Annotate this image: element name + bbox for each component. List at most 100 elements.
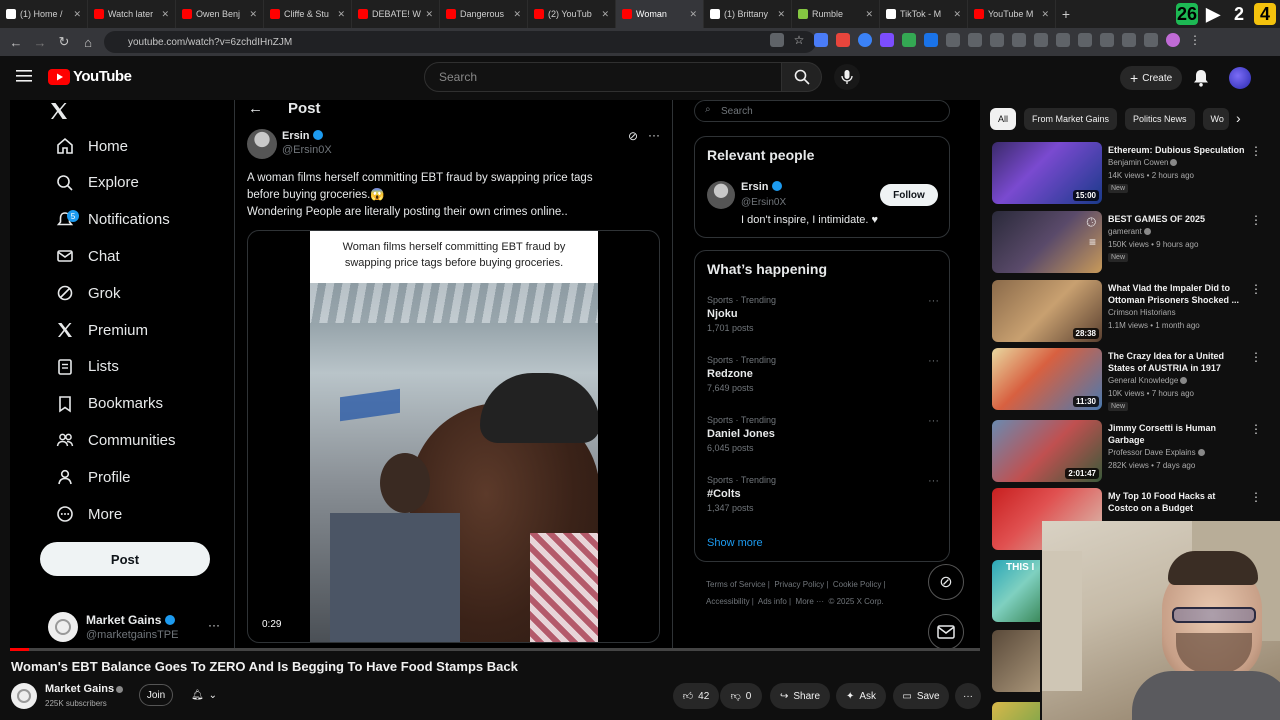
reload-icon[interactable]: ↻ [52,30,76,54]
search-button[interactable] [782,62,822,92]
add-to-queue-icon[interactable]: ≡ [1089,235,1096,249]
trend-item[interactable]: Sports · Trending Redzone 7,649 posts ··· [707,355,939,393]
puzzle-icon[interactable] [990,33,1004,47]
extension-icon[interactable] [1056,33,1070,47]
extension-icon[interactable] [1100,33,1114,47]
search-input[interactable]: Search [424,62,782,92]
grok-icon[interactable]: ⊘ [628,129,638,143]
browser-tab[interactable]: Dangerous ✕ [440,0,528,28]
browser-tab[interactable]: (1) Brittany ✕ [704,0,792,28]
extension-icon[interactable] [814,33,828,47]
profile-avatar[interactable] [1166,33,1180,47]
recommendation-thumbnail[interactable]: 28:38 [992,280,1102,342]
account-avatar[interactable] [1229,67,1251,89]
extension-icon[interactable] [836,33,850,47]
trend-item[interactable]: Sports · Trending #Colts 1,347 posts ··· [707,475,939,513]
recommendation-more-icon[interactable]: ⋮ [1250,350,1262,364]
recommendation-thumbnail[interactable]: 11:30 [992,348,1102,410]
recommendation-channel[interactable]: Professor Dave Explains [1108,448,1205,457]
chip-all[interactable]: All [990,108,1017,130]
x-nav-grok[interactable]: Grok [56,284,121,302]
account-more-icon[interactable]: ··· [208,618,220,632]
trend-more-icon[interactable]: ··· [928,475,939,487]
notifications-bell-icon[interactable] [1193,69,1209,92]
trend-more-icon[interactable]: ··· [928,355,939,367]
browser-tab[interactable]: (1) Home / ✕ [0,0,88,28]
recommendation-thumbnail[interactable]: 15:00 [992,142,1102,204]
extension-icon[interactable] [858,33,872,47]
recommendation-item[interactable]: 🕓︎ ≡ BEST GAMES OF 2025 gamerant 150K views … [992,211,1276,275]
more-actions-button[interactable]: ··· [955,683,981,709]
x-nav-lists[interactable]: Lists [56,358,119,376]
video-progress-bar[interactable] [10,648,980,651]
tab-close-icon[interactable]: ✕ [1041,9,1049,20]
account-switcher-avatar[interactable] [48,612,78,642]
recommendation-more-icon[interactable]: ⋮ [1250,422,1262,436]
address-bar[interactable]: youtube.com/watch?v=6zchdIHnZJM [104,31,816,53]
browser-tab[interactable]: Rumble ✕ [792,0,880,28]
trend-more-icon[interactable]: ··· [928,295,939,307]
show-more-link[interactable]: Show more [707,537,763,549]
watch-later-icon[interactable]: 🕓︎ [1087,215,1097,230]
x-nav-more[interactable]: More [56,505,122,523]
embedded-video[interactable]: Woman films herself committing EBT fraud… [247,230,660,643]
recommendation-thumbnail[interactable]: 2:01:47 [992,420,1102,482]
relevant-avatar[interactable] [707,181,735,209]
footer-link[interactable]: Terms of Service [706,580,766,589]
recommendation-item[interactable]: 28:38 What Vlad the Impaler Did to Ottoma… [992,280,1276,344]
tab-close-icon[interactable]: ✕ [337,9,345,20]
browser-tab[interactable]: DEBATE! W ✕ [352,0,440,28]
ask-button[interactable]: ✦ Ask [836,683,886,709]
follow-button[interactable]: Follow [880,184,938,206]
back-icon[interactable]: ← [4,30,28,54]
dislike-button[interactable]: 👎︎ 0 [720,683,762,709]
share-button[interactable]: ↪ Share [770,683,830,709]
new-tab-icon[interactable]: + [1056,6,1076,22]
recommendation-channel[interactable]: Benjamin Cowen [1108,158,1178,167]
x-nav-chat[interactable]: Chat [56,247,120,265]
back-arrow-icon[interactable]: ← [248,100,263,117]
recommendation-channel[interactable]: gamerant [1108,227,1151,236]
recommendation-thumbnail[interactable] [992,702,1040,720]
tab-close-icon[interactable]: ✕ [513,9,521,20]
recommendation-title[interactable]: The Crazy Idea for a United States of AU… [1108,350,1248,374]
footer-link[interactable]: More ··· [796,597,824,606]
browser-tab[interactable]: YouTube M ✕ [968,0,1056,28]
subscribed-bell-button[interactable]: 🔔︎ ⌄ [180,684,228,706]
recommendation-item[interactable]: 11:30 The Crazy Idea for a United States … [992,348,1276,412]
recommendation-item[interactable]: 15:00 Ethereum: Dubious Speculation Benjam… [992,142,1276,206]
recommendation-more-icon[interactable]: ⋮ [1250,144,1262,158]
browser-tab[interactable]: Cliffe & Stu ✕ [264,0,352,28]
x-nav-explore[interactable]: Explore [56,174,139,192]
youtube-logo[interactable]: YouTube [48,68,132,85]
x-nav-bookmarks[interactable]: Bookmarks [56,395,163,413]
chip-from-channel[interactable]: From Market Gains [1024,108,1118,130]
kebab-menu-icon[interactable]: ⋮ [1188,33,1202,47]
chip-politics-news[interactable]: Politics News [1125,108,1195,130]
post-more-icon[interactable]: ··· [648,128,660,142]
star-icon[interactable]: ☆ [792,33,806,47]
browser-tab[interactable]: (2) YouTub ✕ [528,0,616,28]
hamburger-menu-icon[interactable] [16,69,32,83]
home-icon[interactable]: ⌂ [76,30,100,54]
extension-icon[interactable] [1078,33,1092,47]
trend-item[interactable]: Sports · Trending Njoku 1,701 posts ··· [707,295,939,333]
extension-icon[interactable] [1144,33,1158,47]
recommendation-item[interactable]: 2:01:47 Jimmy Corsetti is Human Garbage Pr… [992,420,1276,484]
channel-avatar[interactable] [11,683,37,709]
like-button[interactable]: 👍︎ 42 [673,683,719,709]
grok-floating-icon[interactable]: ⊘ [928,564,964,600]
x-search-input[interactable]: ⌕ Search [694,100,950,122]
cast-icon[interactable] [770,33,784,47]
tab-close-icon[interactable]: ✕ [601,9,609,20]
browser-tab[interactable]: Watch later ✕ [88,0,176,28]
chip-partial[interactable]: Wo [1202,108,1229,130]
extension-icon[interactable] [1034,33,1048,47]
x-nav-home[interactable]: Home [56,137,128,155]
footer-link[interactable]: Cookie Policy [833,580,881,589]
browser-tab[interactable]: Woman ✕ [616,0,704,28]
recommendation-more-icon[interactable]: ⋮ [1250,282,1262,296]
video-player[interactable]: Home Explore Notifications Chat Grok Premium L… [10,100,980,650]
browser-tab[interactable]: Owen Benj ✕ [176,0,264,28]
save-button[interactable]: ▭ Save [893,683,949,709]
